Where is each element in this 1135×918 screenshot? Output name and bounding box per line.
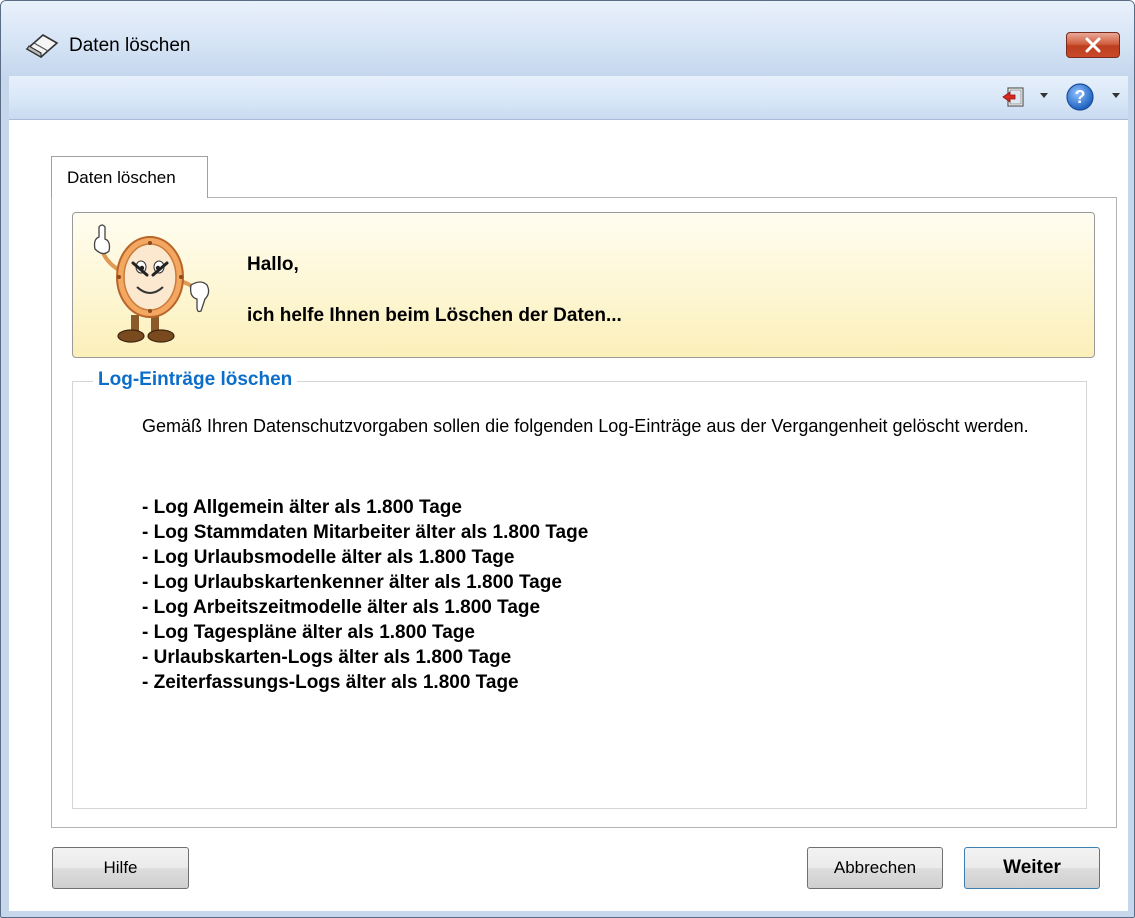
close-button[interactable] bbox=[1066, 32, 1120, 58]
help-icon[interactable]: ? bbox=[1065, 82, 1095, 112]
exit-door-icon[interactable] bbox=[1002, 86, 1026, 108]
dialog-client-area: Daten löschen Hallo, ich helfe Ihnen bei… bbox=[9, 120, 1128, 911]
tab-page: Hallo, ich helfe Ihnen beim Löschen der … bbox=[51, 197, 1117, 828]
tab-daten-loeschen[interactable]: Daten löschen bbox=[51, 156, 208, 198]
banner-greeting: Hallo, bbox=[247, 254, 299, 275]
close-icon bbox=[1085, 37, 1101, 53]
wizard-banner: Hallo, ich helfe Ihnen beim Löschen der … bbox=[72, 212, 1095, 358]
list-item: - Urlaubskarten-Logs älter als 1.800 Tag… bbox=[142, 647, 512, 668]
window-title: Daten löschen bbox=[69, 35, 191, 56]
chevron-down-icon[interactable] bbox=[1112, 93, 1120, 99]
intro-text: Gemäß Ihren Datenschutzvorgaben sollen d… bbox=[142, 416, 1029, 436]
log-entries-group: Log-Einträge löschen Gemäß Ihren Datensc… bbox=[72, 369, 1087, 809]
eraser-icon bbox=[25, 34, 59, 59]
clock-mascot-icon bbox=[93, 224, 210, 343]
toolbar: ? bbox=[9, 76, 1128, 120]
list-item: - Log Urlaubskartenkenner älter als 1.80… bbox=[142, 572, 562, 593]
list-item: - Log Arbeitszeitmodelle älter als 1.800… bbox=[142, 597, 541, 618]
cancel-button[interactable]: Abbrechen bbox=[807, 847, 943, 889]
title-bar[interactable]: Daten löschen bbox=[1, 1, 1134, 76]
list-item: - Zeiterfassungs-Logs älter als 1.800 Ta… bbox=[142, 672, 519, 693]
log-entries-list: - Log Allgemein älter als 1.800 Tage - L… bbox=[142, 495, 588, 695]
banner-message: ich helfe Ihnen beim Löschen der Daten..… bbox=[247, 305, 622, 326]
list-item: - Log Urlaubsmodelle älter als 1.800 Tag… bbox=[142, 547, 515, 568]
list-item: - Log Allgemein älter als 1.800 Tage bbox=[142, 497, 462, 518]
next-button[interactable]: Weiter bbox=[964, 847, 1100, 889]
group-title: Log-Einträge löschen bbox=[93, 369, 298, 391]
dialog-window: Daten löschen ? Daten löschen Hallo, ich… bbox=[0, 0, 1135, 918]
list-item: - Log Tagespläne älter als 1.800 Tage bbox=[142, 622, 475, 643]
chevron-down-icon[interactable] bbox=[1040, 93, 1048, 99]
svg-text:?: ? bbox=[1075, 87, 1086, 107]
list-item: - Log Stammdaten Mitarbeiter älter als 1… bbox=[142, 522, 589, 543]
help-button[interactable]: Hilfe bbox=[52, 847, 189, 889]
tab-label: Daten löschen bbox=[67, 168, 176, 187]
